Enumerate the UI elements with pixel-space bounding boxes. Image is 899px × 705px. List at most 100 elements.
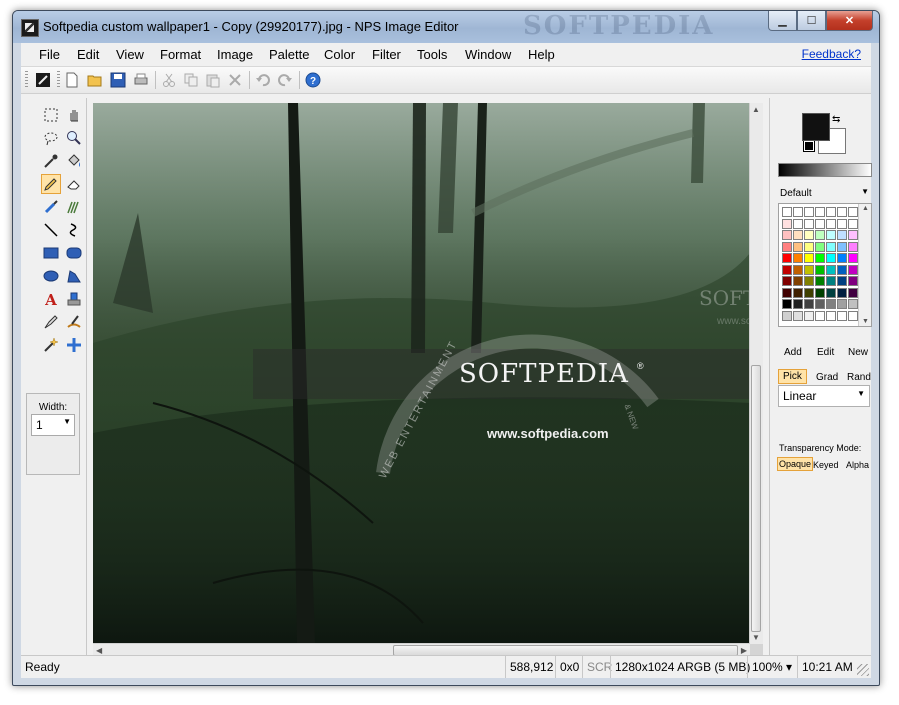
- palette-swatch[interactable]: [826, 310, 836, 321]
- palette-swatch[interactable]: [793, 310, 803, 321]
- crosshair-icon[interactable]: [64, 335, 84, 355]
- palette-swatch[interactable]: [848, 241, 858, 252]
- palette-swatch[interactable]: [815, 218, 825, 229]
- gradient-preview[interactable]: [778, 163, 872, 177]
- palette-swatch[interactable]: [793, 241, 803, 252]
- palette-swatch[interactable]: [782, 230, 792, 240]
- reset-colors-icon[interactable]: [803, 140, 815, 152]
- close-button[interactable]: ✕: [826, 11, 873, 31]
- palette-swatch[interactable]: [815, 276, 825, 286]
- palette-swatch[interactable]: [804, 253, 814, 263]
- palette-swatch[interactable]: [793, 218, 803, 229]
- toolbar-grip[interactable]: [57, 71, 60, 89]
- polygon-icon[interactable]: [64, 266, 84, 286]
- palette-swatch[interactable]: [848, 218, 858, 229]
- palette-swatch[interactable]: [815, 230, 825, 240]
- scroll-down-icon[interactable]: ▼: [862, 318, 869, 325]
- transparency-keyed-button[interactable]: Keyed: [813, 460, 839, 470]
- palette-swatch[interactable]: [782, 264, 792, 275]
- palette-swatch[interactable]: [848, 310, 858, 321]
- palette-swatch[interactable]: [782, 218, 792, 229]
- palette-swatch[interactable]: [804, 241, 814, 252]
- palette-swatch[interactable]: [782, 253, 792, 263]
- rounded-rect-icon[interactable]: [64, 243, 84, 263]
- palette-swatch[interactable]: [815, 207, 825, 217]
- palette-swatch[interactable]: [804, 207, 814, 217]
- paste-icon[interactable]: [204, 71, 222, 89]
- pencil-icon[interactable]: [41, 174, 61, 194]
- palette-swatch[interactable]: [793, 264, 803, 275]
- palette-swatch[interactable]: [826, 241, 836, 252]
- help-icon[interactable]: ?: [304, 71, 322, 89]
- palette-select[interactable]: Default ▼: [778, 187, 872, 201]
- undo-icon[interactable]: [254, 71, 272, 89]
- transparency-opaque-button[interactable]: Opaque: [777, 457, 814, 471]
- palette-swatch[interactable]: [837, 207, 847, 217]
- palette-swatch[interactable]: [804, 287, 814, 298]
- palette-swatch[interactable]: [848, 230, 858, 240]
- palette-swatch[interactable]: [793, 299, 803, 309]
- width-select[interactable]: 1 ▼: [31, 414, 75, 436]
- pen-icon[interactable]: [41, 312, 61, 332]
- menu-edit[interactable]: Edit: [77, 47, 99, 62]
- palette-swatch[interactable]: [826, 287, 836, 298]
- menu-help[interactable]: Help: [528, 47, 555, 62]
- palette-swatch[interactable]: [804, 264, 814, 275]
- zoom-icon[interactable]: [64, 128, 84, 148]
- menu-file[interactable]: File: [39, 47, 60, 62]
- curve-icon[interactable]: [64, 220, 84, 240]
- palette-swatch[interactable]: [804, 310, 814, 321]
- palette-swatch[interactable]: [848, 264, 858, 275]
- palette-swatch[interactable]: [837, 264, 847, 275]
- scroll-up-icon[interactable]: ▲: [752, 105, 760, 114]
- title-bar[interactable]: Softpedia custom wallpaper1 - Copy (2992…: [13, 11, 879, 43]
- palette-swatch[interactable]: [815, 299, 825, 309]
- stamp-icon[interactable]: [64, 197, 84, 217]
- app-icon[interactable]: [21, 19, 39, 37]
- palette-swatch[interactable]: [826, 264, 836, 275]
- menu-format[interactable]: Format: [160, 47, 201, 62]
- palette-scrollbar[interactable]: ▲ ▼: [858, 204, 871, 326]
- menu-color[interactable]: Color: [324, 47, 355, 62]
- brush-icon[interactable]: [41, 197, 61, 217]
- palette-swatch[interactable]: [826, 276, 836, 286]
- lasso-icon[interactable]: [41, 128, 61, 148]
- scroll-left-icon[interactable]: ◀: [96, 646, 102, 655]
- line-icon[interactable]: [41, 220, 61, 240]
- feedback-link[interactable]: Feedback?: [802, 47, 861, 61]
- scroll-down-icon[interactable]: ▼: [752, 633, 760, 642]
- palette-swatch[interactable]: [793, 287, 803, 298]
- ellipse-icon[interactable]: [41, 266, 61, 286]
- copy-icon[interactable]: [182, 71, 200, 89]
- palette-swatch[interactable]: [782, 287, 792, 298]
- foreground-color[interactable]: [802, 113, 830, 141]
- palette-swatch[interactable]: [826, 230, 836, 240]
- canvas-area[interactable]: SOFTPEDIA ® www.softpedia.com SOFTPEDIA …: [93, 103, 763, 658]
- palette-swatch[interactable]: [815, 310, 825, 321]
- palette-swatch[interactable]: [848, 287, 858, 298]
- swap-colors-icon[interactable]: ⇆: [832, 114, 840, 125]
- palette-swatch[interactable]: [782, 299, 792, 309]
- palette-swatch[interactable]: [837, 241, 847, 252]
- palette-swatch[interactable]: [804, 230, 814, 240]
- redo-icon[interactable]: [276, 71, 294, 89]
- gradient-grad-button[interactable]: Grad: [816, 372, 838, 383]
- palette-swatch[interactable]: [837, 276, 847, 286]
- transparency-alpha-button[interactable]: Alpha: [846, 460, 869, 470]
- text-icon[interactable]: A: [41, 289, 61, 309]
- gradient-mode-select[interactable]: Linear ▼: [778, 385, 870, 407]
- menu-image[interactable]: Image: [217, 47, 253, 62]
- palette-swatch[interactable]: [848, 253, 858, 263]
- palette-swatch[interactable]: [804, 218, 814, 229]
- palette-swatch[interactable]: [837, 230, 847, 240]
- palette-swatch[interactable]: [815, 241, 825, 252]
- palette-swatch[interactable]: [782, 310, 792, 321]
- smudge-icon[interactable]: [64, 312, 84, 332]
- menu-palette[interactable]: Palette: [269, 47, 309, 62]
- palette-swatch[interactable]: [837, 253, 847, 263]
- palette-swatch[interactable]: [793, 253, 803, 263]
- palette-swatch[interactable]: [848, 276, 858, 286]
- hand-pan-icon[interactable]: [64, 105, 84, 125]
- palette-swatch[interactable]: [837, 287, 847, 298]
- menu-window[interactable]: Window: [465, 47, 511, 62]
